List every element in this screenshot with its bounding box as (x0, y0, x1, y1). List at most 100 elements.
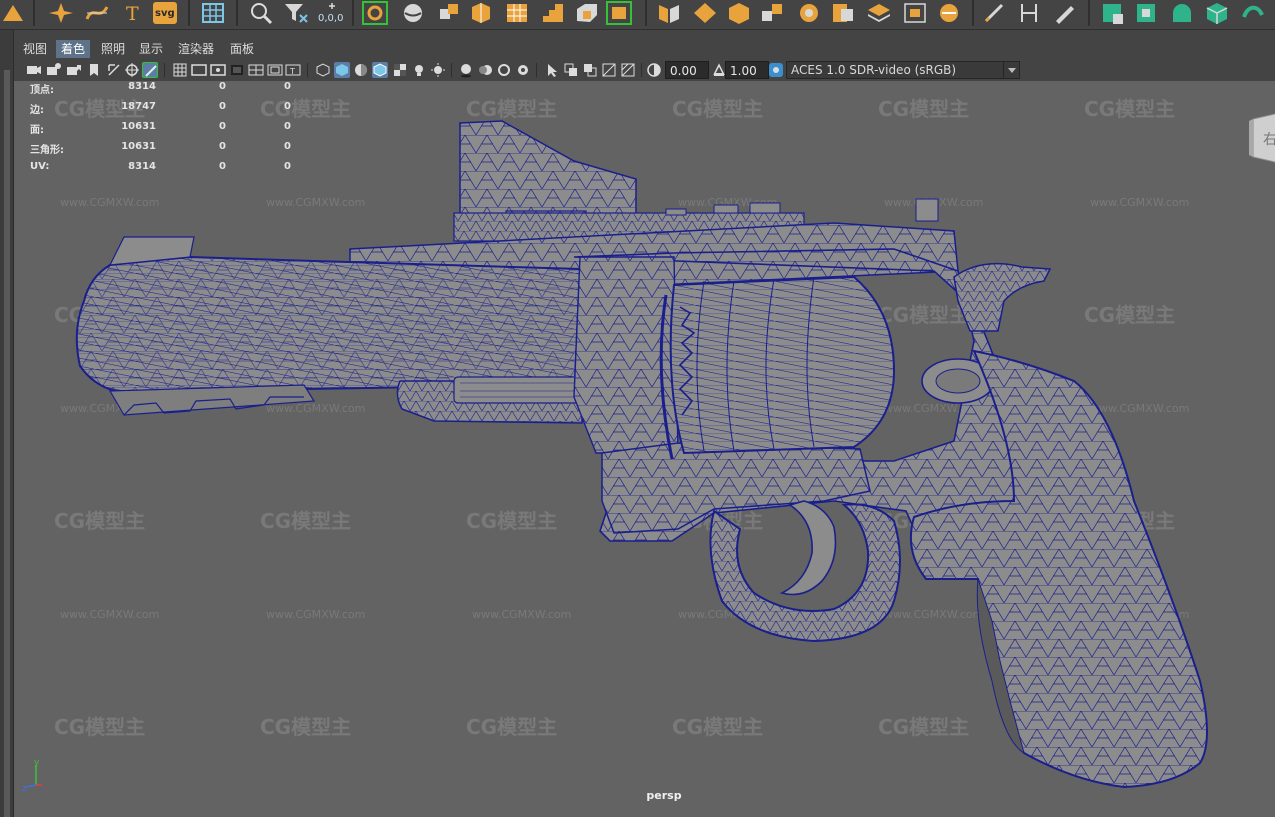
grid-icon[interactable] (200, 1, 226, 25)
measure-icon[interactable] (1016, 1, 1042, 25)
hud-label: UV: (30, 161, 50, 172)
uv-unfold-icon[interactable] (1134, 1, 1160, 25)
hud-row-faces: 面: 10631 0 0 (30, 121, 300, 141)
shelf-separator (188, 0, 190, 26)
anti-aliasing-icon[interactable] (496, 62, 512, 78)
svg-tool-icon[interactable]: svg (152, 1, 178, 25)
filter-icon[interactable] (283, 1, 309, 25)
lookthrough-icon[interactable] (248, 1, 274, 25)
xray-icon[interactable] (563, 62, 579, 78)
menu-show[interactable]: 显示 (134, 40, 168, 58)
uv-layout-icon[interactable] (1100, 1, 1126, 25)
shelf-separator (1088, 0, 1090, 26)
diamond-icon[interactable] (692, 1, 718, 25)
sculpt-icon[interactable] (936, 1, 962, 25)
combine-icon[interactable] (606, 1, 632, 25)
uv-cut-icon[interactable] (1170, 1, 1196, 25)
hud-value: 0 (219, 81, 226, 92)
shelf-create-icon[interactable] (0, 1, 26, 25)
texture-map-icon[interactable] (620, 62, 636, 78)
grip (909, 349, 1208, 789)
uv-cube-icon[interactable] (1204, 1, 1230, 25)
lights-icon[interactable] (411, 62, 427, 78)
3d-viewport[interactable]: CG模型主 CG模型主 CG模型主 CG模型主 CG模型主 CG模型主 CG模型主 CG模型主… (14, 81, 1275, 817)
shadows-icon[interactable] (430, 62, 446, 78)
svg-text:T: T (126, 3, 139, 25)
sphere-icon[interactable] (400, 1, 426, 25)
ambient-occlusion-icon[interactable] (458, 62, 474, 78)
resolution-gate-icon[interactable] (210, 62, 226, 78)
panel-toolbar: T 0.00 1.00 ACES 1.0 SDR-video (sRGB) (14, 59, 1275, 81)
checker-icon[interactable] (504, 1, 530, 25)
box-icon[interactable] (726, 1, 752, 25)
menu-view[interactable]: 视图 (18, 40, 52, 58)
image-plane-icon[interactable] (86, 62, 102, 78)
stairs-icon[interactable] (540, 1, 566, 25)
bookmark-camera-icon[interactable] (66, 62, 82, 78)
extrude-icon[interactable] (468, 1, 494, 25)
safe-action-icon[interactable] (267, 62, 283, 78)
mirror-icon[interactable] (656, 1, 682, 25)
hud-row-uvs: UV: 8314 0 0 (30, 161, 300, 181)
select-mode-icon[interactable] (362, 1, 388, 25)
hud-value: 18747 (121, 101, 156, 112)
pencil-tool-icon[interactable] (142, 62, 158, 78)
camera-attributes-icon[interactable] (46, 62, 62, 78)
grease-pencil-icon[interactable] (124, 62, 140, 78)
isolate-select-icon[interactable] (544, 62, 560, 78)
revolver-mesh[interactable] (14, 81, 1275, 817)
coordinate-readout: 0,0,0 (316, 1, 348, 25)
wireframe-on-shaded-icon[interactable] (372, 62, 388, 78)
side-scrollbar[interactable] (4, 70, 10, 817)
shelf-toolbar: T svg 0,0,0 (0, 0, 1275, 30)
xray-components-icon[interactable] (601, 62, 617, 78)
motion-blur-icon[interactable] (477, 62, 493, 78)
edit-icon[interactable] (1052, 1, 1078, 25)
uv-sew-icon[interactable] (1240, 1, 1266, 25)
camera-icon[interactable] (26, 62, 42, 78)
sparkle-tool-icon[interactable] (48, 1, 74, 25)
camera-name-label: persp (646, 789, 682, 802)
hud-value: 0 (219, 121, 226, 132)
hud-value: 0 (219, 141, 226, 152)
layers-icon[interactable] (866, 1, 892, 25)
menu-panels[interactable]: 面板 (225, 40, 259, 58)
view-cube[interactable]: 右 (1249, 111, 1275, 167)
bevel-icon[interactable] (574, 1, 600, 25)
panel-menu-bar: 视图 着色 照明 显示 渲染器 面板 (14, 38, 1275, 59)
menu-renderer[interactable]: 渲染器 (173, 40, 219, 58)
film-gate-icon[interactable] (191, 62, 207, 78)
gate-mask-icon[interactable] (229, 62, 245, 78)
shelf-separator (972, 0, 974, 26)
exposure-icon[interactable] (646, 62, 662, 78)
grid-toggle-icon[interactable] (172, 62, 188, 78)
cube-icon[interactable] (436, 1, 462, 25)
toolbar-separator (307, 63, 308, 77)
color-management-dropdown[interactable]: ACES 1.0 SDR-video (sRGB) (786, 61, 1020, 79)
exposure-field[interactable]: 0.00 (665, 61, 709, 79)
split-icon[interactable] (830, 1, 856, 25)
wireframe-icon[interactable] (315, 62, 331, 78)
color-space-label: ACES 1.0 SDR-video (sRGB) (791, 63, 957, 77)
field-chart-icon[interactable] (248, 62, 264, 78)
2d-pan-icon[interactable] (106, 62, 122, 78)
hud-value: 8314 (128, 81, 156, 92)
hud-label: 边: (30, 105, 44, 116)
multi-cube-icon[interactable] (760, 1, 786, 25)
menu-shading[interactable]: 着色 (56, 40, 91, 58)
xray-joints-icon[interactable] (582, 62, 598, 78)
gamma-field[interactable]: 1.00 (725, 61, 769, 79)
default-material-icon[interactable] (353, 62, 369, 78)
text-tool-icon[interactable]: T (120, 1, 146, 25)
target-icon[interactable] (796, 1, 822, 25)
left-gutter (0, 30, 14, 817)
depth-of-field-icon[interactable] (515, 62, 531, 78)
pencil-icon[interactable] (982, 1, 1008, 25)
smooth-shade-icon[interactable] (334, 62, 350, 78)
safe-title-icon[interactable]: T (285, 62, 301, 78)
textured-icon[interactable] (392, 62, 408, 78)
color-management-icon[interactable] (768, 62, 784, 78)
bounding-box-icon[interactable] (902, 1, 928, 25)
curve-tool-icon[interactable] (84, 1, 110, 25)
menu-lighting[interactable]: 照明 (96, 40, 130, 58)
